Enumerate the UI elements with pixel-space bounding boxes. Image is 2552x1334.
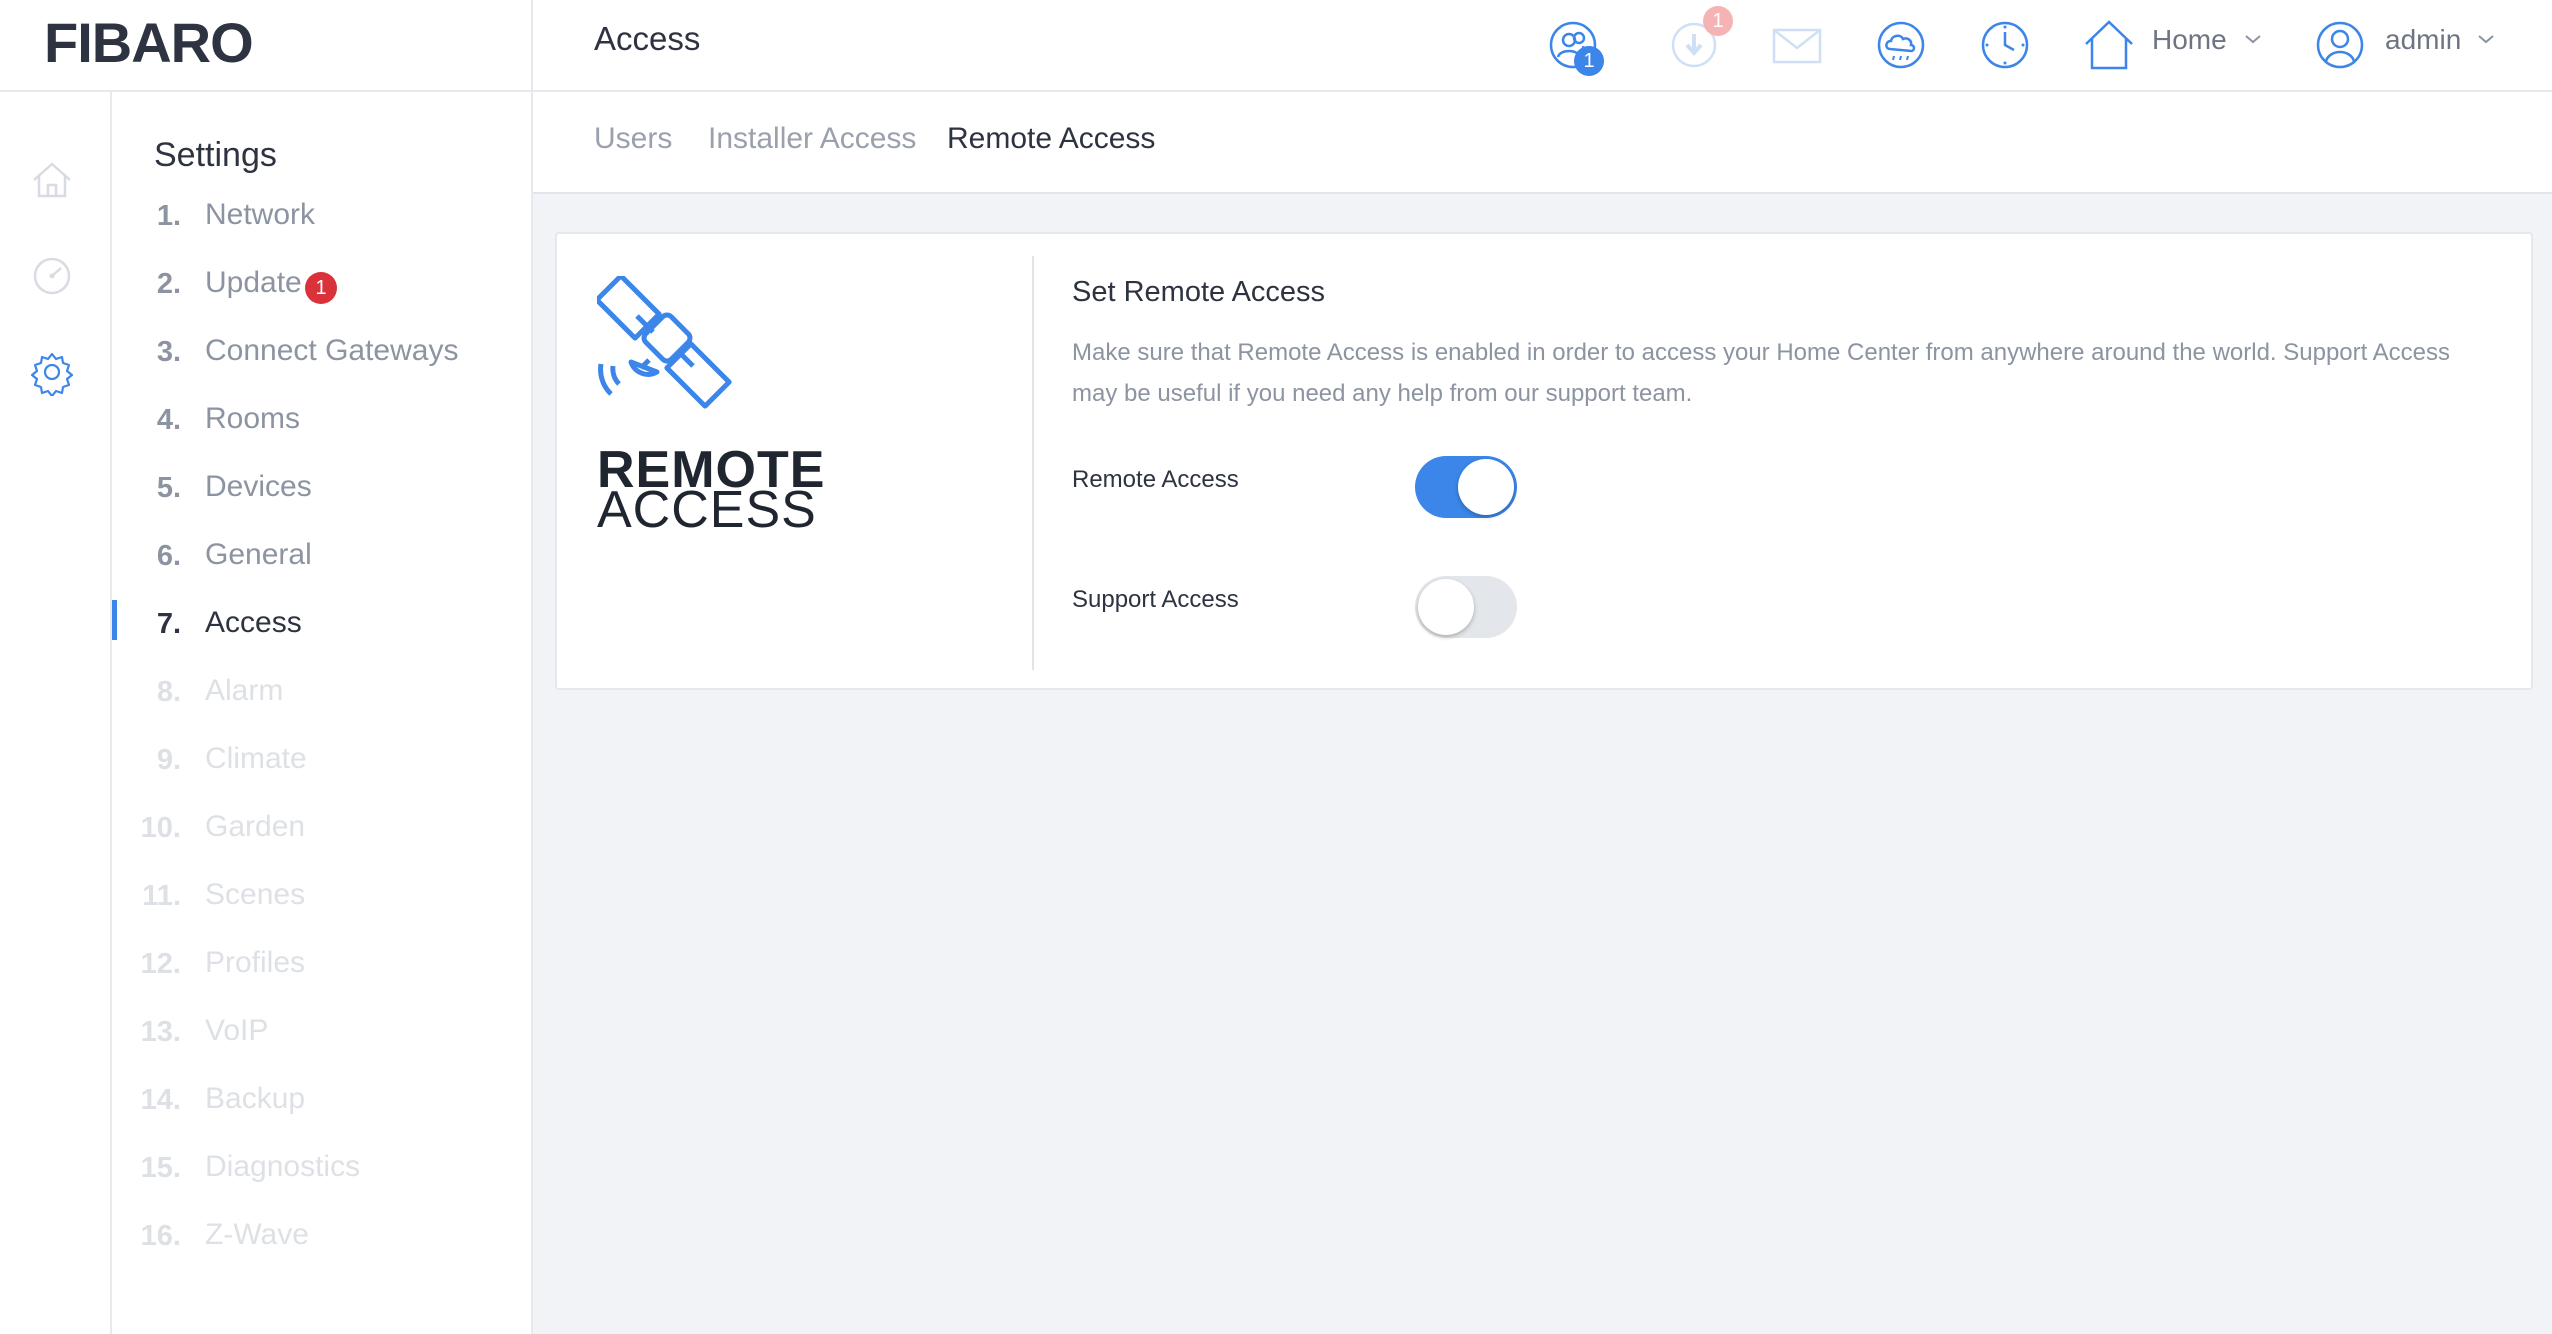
card-divider (1032, 256, 1034, 670)
download-badge: 1 (1703, 6, 1733, 36)
menu-item-label: Update (205, 266, 302, 299)
support-access-toggle[interactable] (1415, 576, 1517, 638)
download-icon[interactable]: 1 (1663, 6, 1733, 76)
page-title: Access (594, 20, 701, 57)
clock-icon[interactable] (1974, 14, 2036, 76)
remote-access-label: Remote Access (1072, 466, 1239, 493)
menu-item-update[interactable]: 2. Update 1 (112, 256, 531, 316)
menu-item-label: Connect Gateways (205, 334, 459, 367)
menu-item-label: Climate (205, 742, 307, 775)
settings-menu: Settings 1. Network 2. Update 1 3. Connect Gat… (112, 92, 533, 1334)
menu-item-devices[interactable]: 5. Devices (112, 460, 531, 520)
menu-item-climate: 9. Climate (112, 732, 531, 792)
menu-item-alarm: 8. Alarm (112, 664, 531, 724)
menu-item-label: Garden (205, 810, 306, 843)
tab-users[interactable]: Users (594, 122, 672, 156)
menu-item-label: Alarm (205, 674, 284, 707)
remote-access-brand-bottom: ACCESS (597, 481, 817, 539)
menu-item-diagnostics: 15. Diagnostics (112, 1140, 531, 1200)
home-icon[interactable] (28, 156, 76, 204)
top-bar: FIBARO Access 1 1 Home admin (0, 0, 2552, 92)
menu-item-backup: 14. Backup (112, 1072, 531, 1132)
menu-item-number: 11. (142, 880, 181, 912)
menu-item-voip: 13. VoIP (112, 1004, 531, 1064)
menu-item-connect-gateways[interactable]: 3. Connect Gateways (112, 324, 531, 384)
section-description: Make sure that Remote Access is enabled … (1072, 339, 2451, 407)
menu-item-number: 1. (156, 200, 181, 232)
menu-item-label: Scenes (205, 878, 306, 911)
menu-item-profiles: 12. Profiles (112, 936, 531, 996)
users-icon[interactable]: 1 (1542, 14, 1604, 76)
menu-item-network[interactable]: 1. Network (112, 188, 531, 248)
menu-item-garden: 10. Garden (112, 800, 531, 860)
menu-item-label: Backup (205, 1082, 306, 1115)
home-chevron-down-icon[interactable] (2243, 32, 2263, 46)
menu-item-number: 6. (156, 540, 181, 572)
remote-access-card: REMOTE ACCESS Set Remote Access Make sur… (555, 232, 2533, 690)
left-rail (0, 92, 112, 1334)
menu-item-number: 13. (140, 1016, 181, 1048)
toggle-knob (1418, 579, 1474, 635)
menu-item-number: 15. (140, 1152, 181, 1184)
access-tabs: Users Installer Access Remote Access (533, 92, 2552, 194)
mail-icon[interactable] (1766, 14, 1828, 76)
toggle-knob (1458, 459, 1514, 515)
menu-item-label: Z-Wave (205, 1218, 309, 1251)
home-selector-icon[interactable] (2078, 14, 2140, 76)
menu-item-number: 12. (140, 948, 181, 980)
menu-item-general[interactable]: 6. General (112, 528, 531, 588)
menu-item-label: Network (205, 198, 316, 231)
menu-item-rooms[interactable]: 4. Rooms (112, 392, 531, 452)
weather-icon[interactable] (1870, 14, 1932, 76)
user-avatar-icon[interactable] (2309, 14, 2371, 76)
user-menu-label[interactable]: admin (2385, 24, 2461, 56)
update-badge: 1 (305, 272, 337, 304)
menu-item-number: 16. (140, 1220, 181, 1252)
home-selector-label[interactable]: Home (2152, 24, 2227, 56)
support-access-label: Support Access (1072, 586, 1239, 613)
fibaro-logo[interactable]: FIBARO (44, 10, 254, 75)
menu-item-scenes: 11. Scenes (112, 868, 531, 928)
content-area: REMOTE ACCESS Set Remote Access Make sur… (533, 194, 2552, 1334)
menu-item-number: 3. (156, 336, 181, 368)
satellite-icon (594, 273, 747, 426)
menu-item-label: Rooms (205, 402, 301, 435)
menu-item-number: 9. (156, 744, 181, 776)
logo-divider (531, 0, 533, 92)
menu-item-number: 14. (140, 1084, 181, 1116)
settings-menu-title: Settings (154, 136, 277, 174)
menu-item-number: 5. (156, 472, 181, 504)
menu-item-access[interactable]: 7. Access (112, 596, 531, 656)
watermark: ©Makeitso.ru (1643, 837, 1927, 890)
menu-item-label: Devices (205, 470, 312, 503)
menu-item-label: Profiles (205, 946, 306, 979)
remote-access-toggle[interactable] (1415, 456, 1517, 518)
section-title: Set Remote Access (1072, 276, 1326, 308)
menu-item-label: Access (205, 606, 302, 639)
menu-item-number: 4. (156, 404, 181, 436)
menu-item-label: General (205, 538, 312, 571)
user-chevron-down-icon[interactable] (2476, 32, 2496, 46)
dashboard-icon[interactable] (28, 252, 76, 300)
menu-item-label: Diagnostics (205, 1150, 361, 1183)
menu-item-number: 7. (156, 608, 181, 640)
menu-item-label: VoIP (205, 1014, 269, 1047)
users-badge: 1 (1574, 46, 1604, 76)
menu-item-number: 2. (156, 268, 181, 300)
tab-installer-access[interactable]: Installer Access (708, 122, 916, 156)
tab-remote-access[interactable]: Remote Access (947, 122, 1155, 156)
settings-icon[interactable] (28, 348, 76, 398)
menu-item-number: 8. (156, 676, 181, 708)
menu-item-z-wave: 16. Z-Wave (112, 1208, 531, 1268)
menu-item-number: 10. (140, 812, 181, 844)
